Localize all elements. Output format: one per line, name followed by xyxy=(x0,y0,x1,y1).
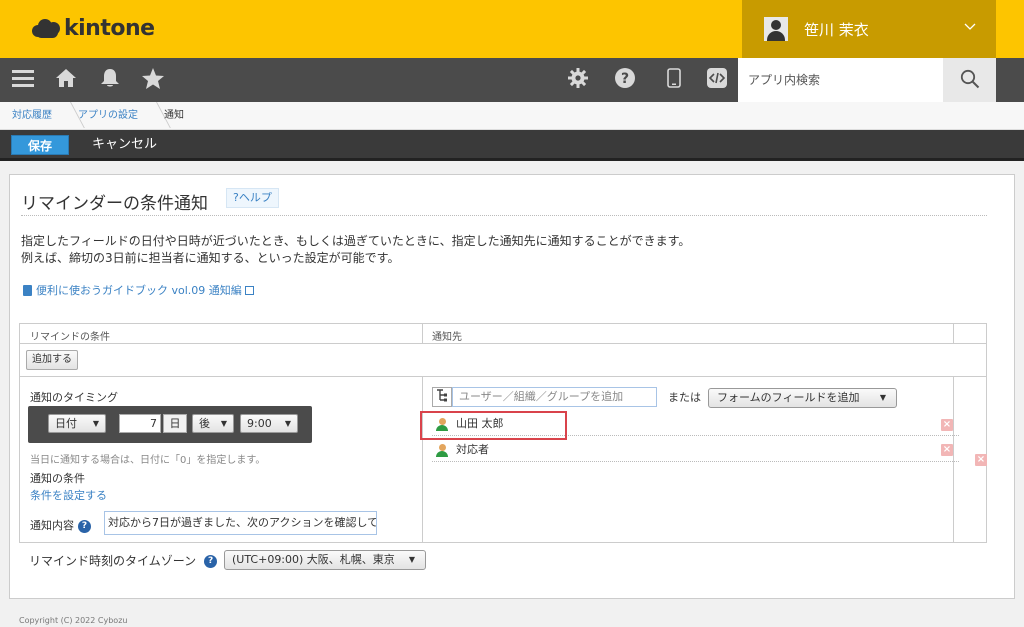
book-icon xyxy=(23,284,32,296)
content-input[interactable]: 対応から7日が過ぎました、次のアクションを確認して xyxy=(104,511,377,535)
breadcrumb: 対応履歴 アプリの設定 通知 xyxy=(0,102,1024,130)
description-line-1: 指定したフィールドの日付や日時が近づいたとき、もしくは過ぎていたときに、指定した… xyxy=(21,234,691,248)
breadcrumb-app[interactable]: 対応履歴 xyxy=(0,102,66,130)
timezone-dropdown[interactable]: (UTC+09:00) 大阪、札幌、東京 ▼ xyxy=(224,550,426,570)
add-row: 追加する xyxy=(20,344,986,377)
page-title: リマインダーの条件通知 xyxy=(21,194,208,214)
home-icon[interactable] xyxy=(55,68,77,93)
gear-icon[interactable] xyxy=(568,68,588,93)
guide-link[interactable]: 便利に使おうガイドブック vol.09 通知編 xyxy=(23,282,254,298)
save-button[interactable]: 保存 xyxy=(11,135,69,155)
cloud-logo-icon xyxy=(32,18,62,40)
condition-label: 通知の条件 xyxy=(30,472,85,485)
timing-controls: 日付 ▼ 7 日 後 ▼ 9:00 ▼ xyxy=(28,406,312,443)
before-after-dropdown[interactable]: 後 ▼ xyxy=(192,414,234,433)
table-header: リマインドの条件 通知先 xyxy=(20,324,986,344)
mobile-icon[interactable] xyxy=(667,68,681,93)
code-icon[interactable] xyxy=(707,68,727,93)
search-button[interactable] xyxy=(943,58,996,102)
user-menu[interactable]: 笹川 茉衣 xyxy=(742,0,996,58)
cancel-button[interactable]: キャンセル xyxy=(92,135,157,155)
avatar-icon xyxy=(764,17,788,41)
svg-text:?: ? xyxy=(621,71,629,87)
user-name: 笹川 茉衣 xyxy=(804,20,869,39)
content-label: 通知内容? xyxy=(30,517,91,533)
title-divider xyxy=(21,215,987,216)
highlight-box xyxy=(420,411,567,440)
remove-row-button[interactable]: × xyxy=(975,454,987,466)
form-field-dropdown[interactable]: フォームのフィールドを追加 ▼ xyxy=(708,388,897,408)
caret-down-icon: ▼ xyxy=(92,419,99,428)
recipient-name: 対応者 xyxy=(456,443,489,456)
recipient-row: 対応者 xyxy=(432,439,959,462)
reminder-settings-panel: リマインダーの条件通知 ?ヘルプ 指定したフィールドの日付や日時が近づいたとき、… xyxy=(9,174,1015,599)
menu-icon[interactable] xyxy=(12,68,34,93)
org-chart-icon[interactable] xyxy=(432,387,452,407)
chevron-down-icon xyxy=(964,20,976,34)
question-icon[interactable]: ? xyxy=(615,68,635,93)
date-field-dropdown[interactable]: 日付 ▼ xyxy=(48,414,106,433)
top-bar: kintone 笹川 茉衣 xyxy=(0,0,1024,58)
days-input[interactable]: 7 xyxy=(119,414,161,433)
or-text: または xyxy=(668,391,701,404)
help-question-icon[interactable]: ? xyxy=(204,555,218,568)
search-icon xyxy=(960,69,980,92)
action-bar: 保存 キャンセル xyxy=(0,130,1024,161)
timing-hint: 当日に通知する場合は、日付に「0」を指定します。 xyxy=(30,455,266,466)
description-line-2: 例えば、締切の3日前に担当者に通知する、といった設定が可能です。 xyxy=(21,251,400,265)
bell-icon[interactable] xyxy=(100,68,120,93)
caret-down-icon: ▼ xyxy=(879,393,886,402)
header-destination: 通知先 xyxy=(432,332,462,343)
star-icon[interactable] xyxy=(142,68,164,94)
breadcrumb-app-settings[interactable]: アプリの設定 xyxy=(66,102,152,130)
timing-label: 通知のタイミング xyxy=(30,391,118,404)
table-row: 通知のタイミング 日付 ▼ 7 日 後 ▼ 9:00 ▼ 当日に通知する場合は、日付に… xyxy=(20,377,987,542)
caret-down-icon: ▼ xyxy=(284,419,291,428)
breadcrumb-current: 通知 xyxy=(164,109,184,121)
remove-recipient-button[interactable]: × xyxy=(941,419,953,431)
days-unit: 日 xyxy=(163,414,187,433)
caret-down-icon: ▼ xyxy=(408,555,415,564)
add-condition-button[interactable]: 追加する xyxy=(26,350,78,370)
help-question-icon[interactable]: ? xyxy=(78,519,91,533)
logo-text: kintone xyxy=(64,16,155,41)
timezone-label: リマインド時刻のタイムゾーン? xyxy=(29,552,218,569)
time-dropdown[interactable]: 9:00 ▼ xyxy=(240,414,298,433)
set-condition-link[interactable]: 条件を設定する xyxy=(30,487,107,503)
guide-link-text: 便利に使おうガイドブック vol.09 通知編 xyxy=(36,284,242,297)
external-link-icon xyxy=(244,285,254,295)
kintone-logo[interactable]: kintone xyxy=(32,16,155,41)
remove-recipient-button[interactable]: × xyxy=(941,444,953,456)
header-condition: リマインドの条件 xyxy=(30,332,110,343)
user-group-input[interactable]: ユーザー／組織／グループを追加 xyxy=(452,387,657,407)
caret-down-icon: ▼ xyxy=(220,419,227,428)
search-input[interactable] xyxy=(738,58,943,102)
help-link[interactable]: ?ヘルプ xyxy=(226,188,279,208)
copyright: Copyright (C) 2022 Cybozu xyxy=(19,616,128,625)
user-icon xyxy=(436,444,448,457)
